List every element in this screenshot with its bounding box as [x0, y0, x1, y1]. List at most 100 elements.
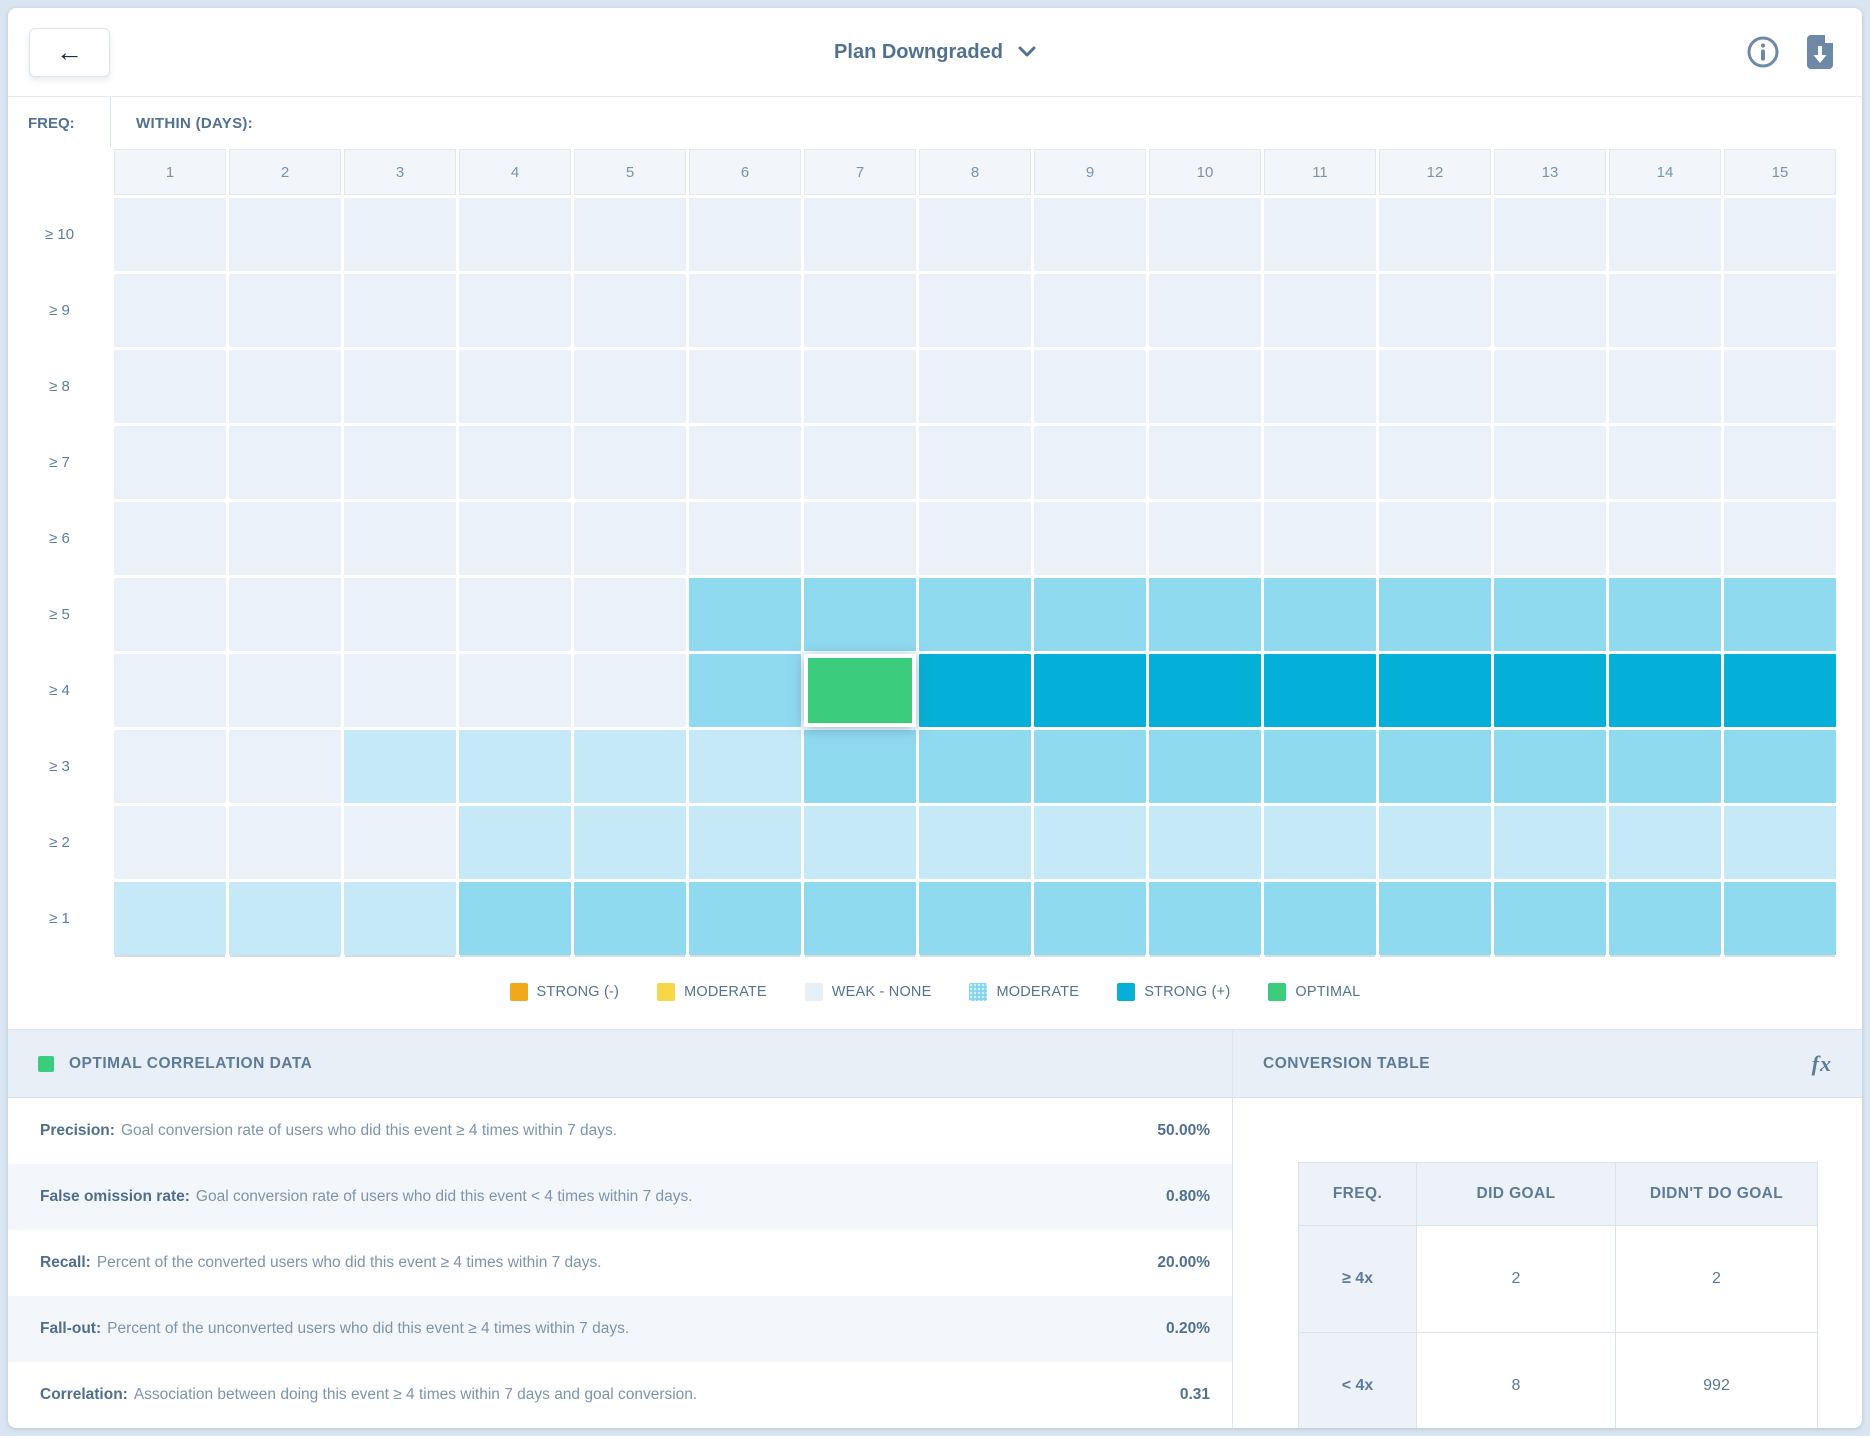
heatmap-cell[interactable]: [1609, 274, 1721, 347]
heatmap-cell[interactable]: [1724, 806, 1836, 879]
heatmap-cell[interactable]: [1724, 882, 1836, 955]
heatmap-cell[interactable]: [1264, 502, 1376, 575]
heatmap-cell[interactable]: [1149, 578, 1261, 651]
heatmap-cell[interactable]: [459, 198, 571, 271]
heatmap-cell[interactable]: [1264, 730, 1376, 803]
heatmap-cell[interactable]: [574, 882, 686, 955]
heatmap-cell[interactable]: [1494, 882, 1606, 955]
heatmap-cell[interactable]: [229, 806, 341, 879]
heatmap-cell[interactable]: [1494, 426, 1606, 499]
heatmap-cell[interactable]: [229, 350, 341, 423]
heatmap-cell[interactable]: [459, 502, 571, 575]
heatmap-cell[interactable]: [114, 806, 226, 879]
heatmap-cell[interactable]: [574, 578, 686, 651]
heatmap-cell[interactable]: [1264, 578, 1376, 651]
heatmap-cell[interactable]: [1379, 350, 1491, 423]
heatmap-cell[interactable]: [919, 730, 1031, 803]
heatmap-cell[interactable]: [689, 806, 801, 879]
heatmap-cell[interactable]: [459, 806, 571, 879]
heatmap-cell[interactable]: [1494, 502, 1606, 575]
heatmap-cell[interactable]: [804, 806, 916, 879]
heatmap-cell[interactable]: [1034, 730, 1146, 803]
heatmap-cell[interactable]: [1379, 426, 1491, 499]
heatmap-cell[interactable]: [1149, 730, 1261, 803]
heatmap-cell[interactable]: [689, 730, 801, 803]
heatmap-cell[interactable]: [574, 730, 686, 803]
heatmap-cell[interactable]: [574, 350, 686, 423]
heatmap-cell[interactable]: [804, 730, 916, 803]
heatmap-cell[interactable]: [804, 274, 916, 347]
heatmap-cell[interactable]: [459, 654, 571, 727]
heatmap-cell[interactable]: [1494, 198, 1606, 271]
heatmap-cell[interactable]: [344, 350, 456, 423]
heatmap-cell[interactable]: [229, 198, 341, 271]
heatmap-cell[interactable]: [689, 350, 801, 423]
heatmap-cell[interactable]: [1034, 654, 1146, 727]
heatmap-cell[interactable]: [344, 654, 456, 727]
heatmap-cell[interactable]: [1149, 654, 1261, 727]
heatmap-cell[interactable]: [919, 198, 1031, 271]
heatmap-cell[interactable]: [1609, 806, 1721, 879]
heatmap-cell[interactable]: [1264, 198, 1376, 271]
heatmap-cell[interactable]: [344, 198, 456, 271]
heatmap-cell[interactable]: [1494, 654, 1606, 727]
heatmap-cell[interactable]: [1609, 350, 1721, 423]
heatmap-cell[interactable]: [459, 274, 571, 347]
heatmap-cell[interactable]: [1724, 350, 1836, 423]
heatmap-cell[interactable]: [689, 274, 801, 347]
heatmap-cell[interactable]: [114, 578, 226, 651]
heatmap-cell[interactable]: [114, 654, 226, 727]
heatmap-cell-selected-optimal[interactable]: [804, 654, 916, 727]
heatmap-cell[interactable]: [804, 502, 916, 575]
heatmap-cell[interactable]: [804, 198, 916, 271]
heatmap-cell[interactable]: [229, 274, 341, 347]
heatmap-cell[interactable]: [344, 578, 456, 651]
heatmap-cell[interactable]: [1034, 198, 1146, 271]
heatmap-cell[interactable]: [1379, 502, 1491, 575]
heatmap-cell[interactable]: [689, 502, 801, 575]
heatmap-cell[interactable]: [344, 274, 456, 347]
heatmap-cell[interactable]: [1494, 350, 1606, 423]
heatmap-cell[interactable]: [1379, 578, 1491, 651]
heatmap-cell[interactable]: [344, 806, 456, 879]
back-button[interactable]: ←: [29, 28, 110, 77]
heatmap-cell[interactable]: [1264, 654, 1376, 727]
heatmap-cell[interactable]: [689, 882, 801, 955]
heatmap-cell[interactable]: [114, 730, 226, 803]
heatmap-cell[interactable]: [1609, 578, 1721, 651]
heatmap-cell[interactable]: [1724, 198, 1836, 271]
heatmap-cell[interactable]: [344, 426, 456, 499]
heatmap-cell[interactable]: [574, 502, 686, 575]
heatmap-cell[interactable]: [1609, 198, 1721, 271]
heatmap-cell[interactable]: [574, 654, 686, 727]
heatmap-cell[interactable]: [344, 730, 456, 803]
heatmap-cell[interactable]: [1149, 806, 1261, 879]
heatmap-cell[interactable]: [1494, 274, 1606, 347]
heatmap-cell[interactable]: [919, 654, 1031, 727]
heatmap-cell[interactable]: [1264, 882, 1376, 955]
heatmap-cell[interactable]: [1264, 806, 1376, 879]
heatmap-cell[interactable]: [574, 806, 686, 879]
heatmap-cell[interactable]: [1724, 274, 1836, 347]
heatmap-cell[interactable]: [229, 502, 341, 575]
heatmap-cell[interactable]: [1264, 350, 1376, 423]
event-selector[interactable]: Plan Downgraded: [834, 41, 1036, 64]
heatmap-cell[interactable]: [1609, 882, 1721, 955]
heatmap-cell[interactable]: [804, 350, 916, 423]
heatmap-cell[interactable]: [1264, 274, 1376, 347]
heatmap-cell[interactable]: [114, 350, 226, 423]
heatmap-cell[interactable]: [919, 274, 1031, 347]
heatmap-cell[interactable]: [1034, 426, 1146, 499]
heatmap-cell[interactable]: [459, 578, 571, 651]
heatmap-cell[interactable]: [1609, 426, 1721, 499]
heatmap-cell[interactable]: [574, 426, 686, 499]
heatmap-cell[interactable]: [1724, 426, 1836, 499]
heatmap-cell[interactable]: [1034, 806, 1146, 879]
heatmap-cell[interactable]: [1379, 730, 1491, 803]
heatmap-cell[interactable]: [1724, 502, 1836, 575]
heatmap-cell[interactable]: [1264, 426, 1376, 499]
heatmap-cell[interactable]: [1379, 198, 1491, 271]
export-button[interactable]: [1804, 34, 1836, 70]
heatmap-cell[interactable]: [1724, 578, 1836, 651]
heatmap-cell[interactable]: [689, 654, 801, 727]
